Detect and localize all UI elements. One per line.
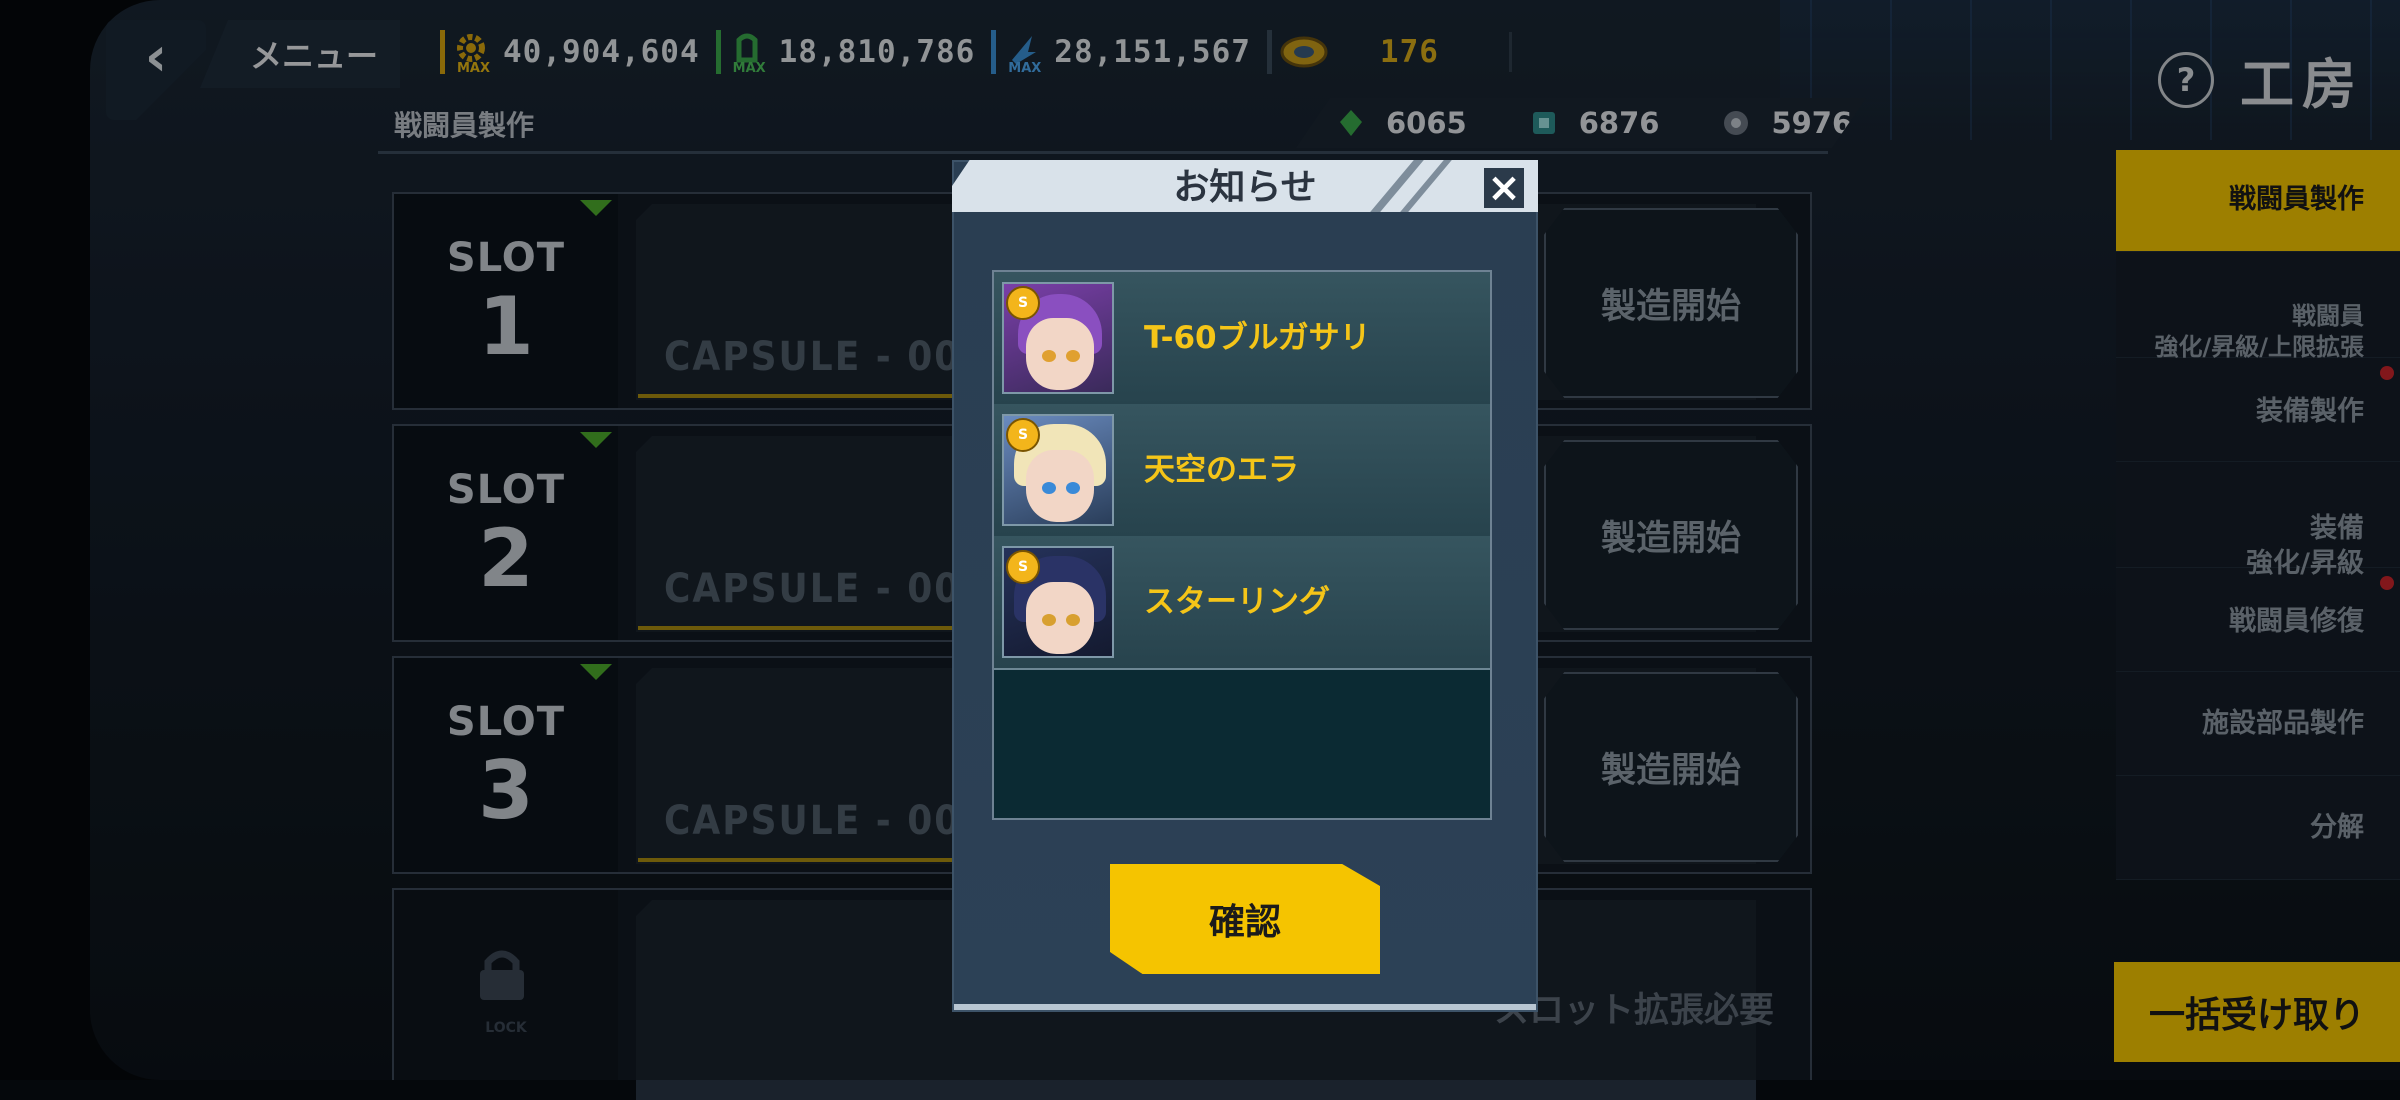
- rank-badge-icon: S: [1006, 418, 1040, 452]
- character-portrait: S: [1002, 546, 1114, 658]
- close-icon[interactable]: ×: [1484, 165, 1524, 211]
- character-name: スターリング: [1144, 584, 1330, 620]
- dialog-title: お知らせ: [1173, 167, 1317, 208]
- confirm-button[interactable]: 確認: [1110, 864, 1380, 974]
- result-item[interactable]: S 天空のエラ: [994, 404, 1490, 538]
- character-portrait: S: [1002, 414, 1114, 526]
- notice-dialog: お知らせ × S T-60ブルガサリ S 天空のエラ S スターリング 確認: [952, 160, 1538, 1012]
- result-item[interactable]: S T-60ブルガサリ: [994, 272, 1490, 406]
- character-name: T-60ブルガサリ: [1144, 320, 1371, 356]
- character-name: 天空のエラ: [1144, 452, 1299, 488]
- character-portrait: S: [1002, 282, 1114, 394]
- result-list: S T-60ブルガサリ S 天空のエラ S スターリング: [992, 270, 1492, 820]
- rank-badge-icon: S: [1006, 550, 1040, 584]
- rank-badge-icon: S: [1006, 286, 1040, 320]
- result-item[interactable]: S スターリング: [994, 536, 1490, 670]
